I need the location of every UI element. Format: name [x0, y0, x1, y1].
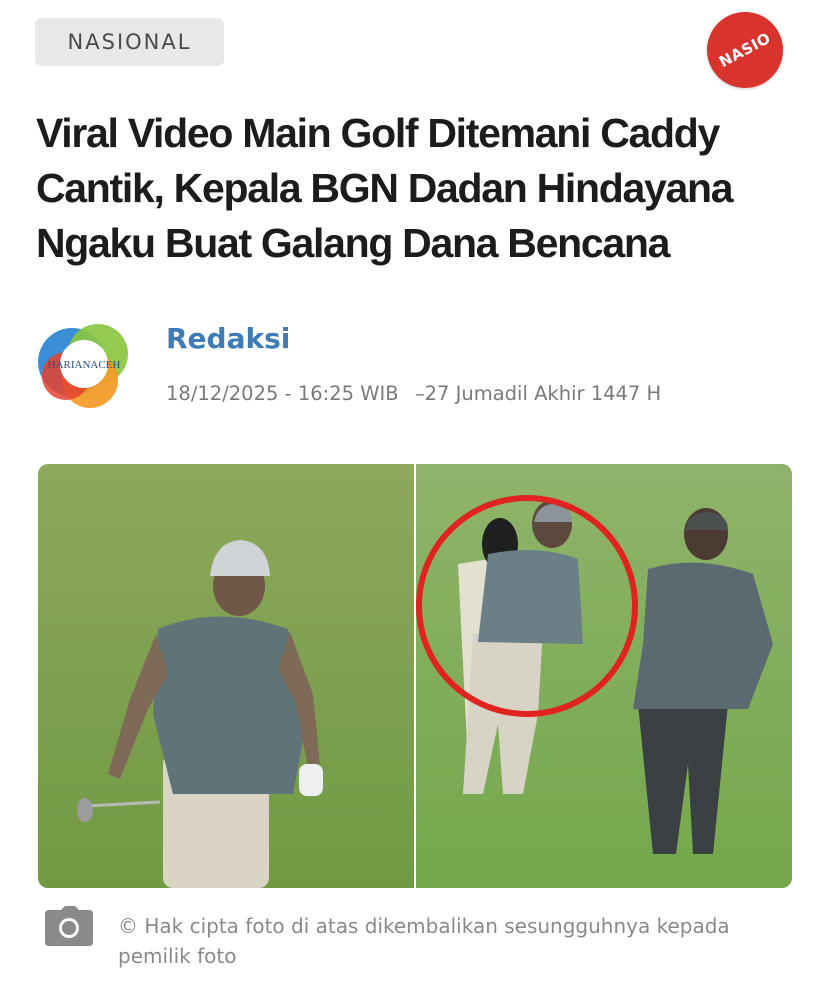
camera-icon — [45, 906, 93, 946]
man-right-shirt — [633, 562, 773, 709]
golfer-back-shirt — [478, 550, 583, 644]
brand-badge-label: NASIO — [716, 28, 774, 72]
publish-date: 18/12/2025 - 16:25 WIB — [166, 382, 399, 405]
logo-text: HARIANACEH — [48, 359, 121, 371]
golf-club-head — [77, 798, 93, 822]
brand-badge: NASIO — [707, 12, 783, 88]
photo-caption: © Hak cipta foto di atas dikembalikan se… — [118, 914, 730, 968]
golfer-shirt — [153, 616, 308, 794]
photo-divider — [414, 464, 416, 888]
author-name[interactable]: Redaksi — [166, 322, 290, 355]
article-headline: Viral Video Main Golf Ditemani Caddy Can… — [36, 110, 734, 266]
meta-separator: – — [414, 382, 425, 405]
article-photo[interactable] — [38, 464, 792, 888]
category-badge[interactable]: NASIONAL — [35, 18, 224, 66]
golfer-glove — [299, 764, 323, 796]
article-meta: 18/12/2025 - 16:25 WIB –27 Jumadil Akhir… — [166, 382, 661, 405]
hijri-date: 27 Jumadil Akhir 1447 H — [424, 382, 662, 405]
author-logo[interactable]: HARIANACEH — [36, 318, 132, 410]
